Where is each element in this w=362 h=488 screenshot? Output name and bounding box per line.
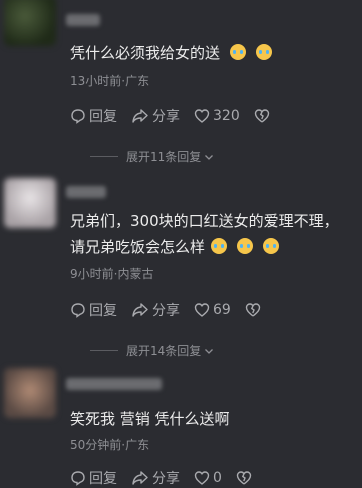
dislike-button[interactable] [254,108,273,124]
like-button[interactable]: 320 [194,108,240,124]
comment-meta: 13小时前·广东 [70,74,150,88]
comment-meta: 9小时前·内蒙古 [70,267,154,281]
dislike-button[interactable] [245,302,264,318]
comment-text-content: 凭什么必须我给女的送 [70,44,221,62]
broken-heart-icon [254,109,269,123]
avatar[interactable] [4,178,56,228]
reply-bubble-icon [71,303,85,318]
crying-emoji-icon [211,238,228,254]
like-count: 0 [213,470,222,486]
reply-label: 回复 [89,471,117,487]
chevron-down-icon [205,154,214,160]
comment-text-content: 兄弟们，300块的口红送女的爱理不理，请兄弟吃饭会怎么样 [70,212,339,256]
comment-text: 兄弟们，300块的口红送女的爱理不理，请兄弟吃饭会怎么样 [70,208,352,260]
username-blurred[interactable] [66,186,106,198]
comment-meta: 50分钟前·广东 [70,438,150,452]
chevron-down-icon [205,348,214,354]
reply-button[interactable]: 回复 [70,468,117,488]
comment-actions: 回复 分享 69 [70,300,278,320]
reply-label: 回复 [89,303,117,319]
like-count: 69 [213,302,231,318]
reply-label: 回复 [89,109,117,125]
share-label: 分享 [152,471,180,487]
reply-bubble-icon [71,471,85,486]
crying-emoji-icon [263,238,280,254]
username-blurred[interactable] [66,14,100,26]
avatar[interactable] [4,368,56,418]
username-blurred[interactable] [66,378,162,390]
like-button[interactable]: 0 [194,470,222,486]
heart-icon [194,471,210,485]
divider [90,350,118,351]
heart-icon [194,109,210,123]
share-button[interactable]: 分享 [131,106,180,126]
expand-replies[interactable]: 展开11条回复 [90,148,215,165]
dislike-button[interactable] [236,470,255,486]
comment-actions: 回复 分享 320 [70,106,287,126]
like-button[interactable]: 69 [194,302,231,318]
share-button[interactable]: 分享 [131,468,180,488]
share-arrow-icon [132,471,148,485]
comment-text-content: 笑死我 营销 凭什么送啊 [70,410,230,428]
share-arrow-icon [132,109,148,123]
comment-text: 凭什么必须我给女的送 [70,40,352,66]
crying-emoji-icon [230,44,247,60]
avatar[interactable] [4,0,56,46]
broken-heart-icon [245,303,261,317]
broken-heart-icon [236,471,252,485]
reply-button[interactable]: 回复 [70,300,117,320]
share-label: 分享 [152,109,180,125]
share-button[interactable]: 分享 [131,300,180,320]
share-arrow-icon [132,303,148,317]
expand-replies-label: 展开14条回复 [126,344,202,358]
crying-emoji-icon [237,238,254,254]
expand-replies[interactable]: 展开14条回复 [90,342,215,359]
reply-button[interactable]: 回复 [70,106,117,126]
heart-icon [194,303,210,317]
crying-emoji-icon [256,44,273,60]
like-count: 320 [213,108,240,124]
divider [90,156,118,157]
reply-bubble-icon [71,109,85,124]
comment-actions: 回复 分享 0 [70,468,269,488]
share-label: 分享 [152,303,180,319]
comment-text: 笑死我 营销 凭什么送啊 [70,406,352,432]
expand-replies-label: 展开11条回复 [126,150,202,164]
